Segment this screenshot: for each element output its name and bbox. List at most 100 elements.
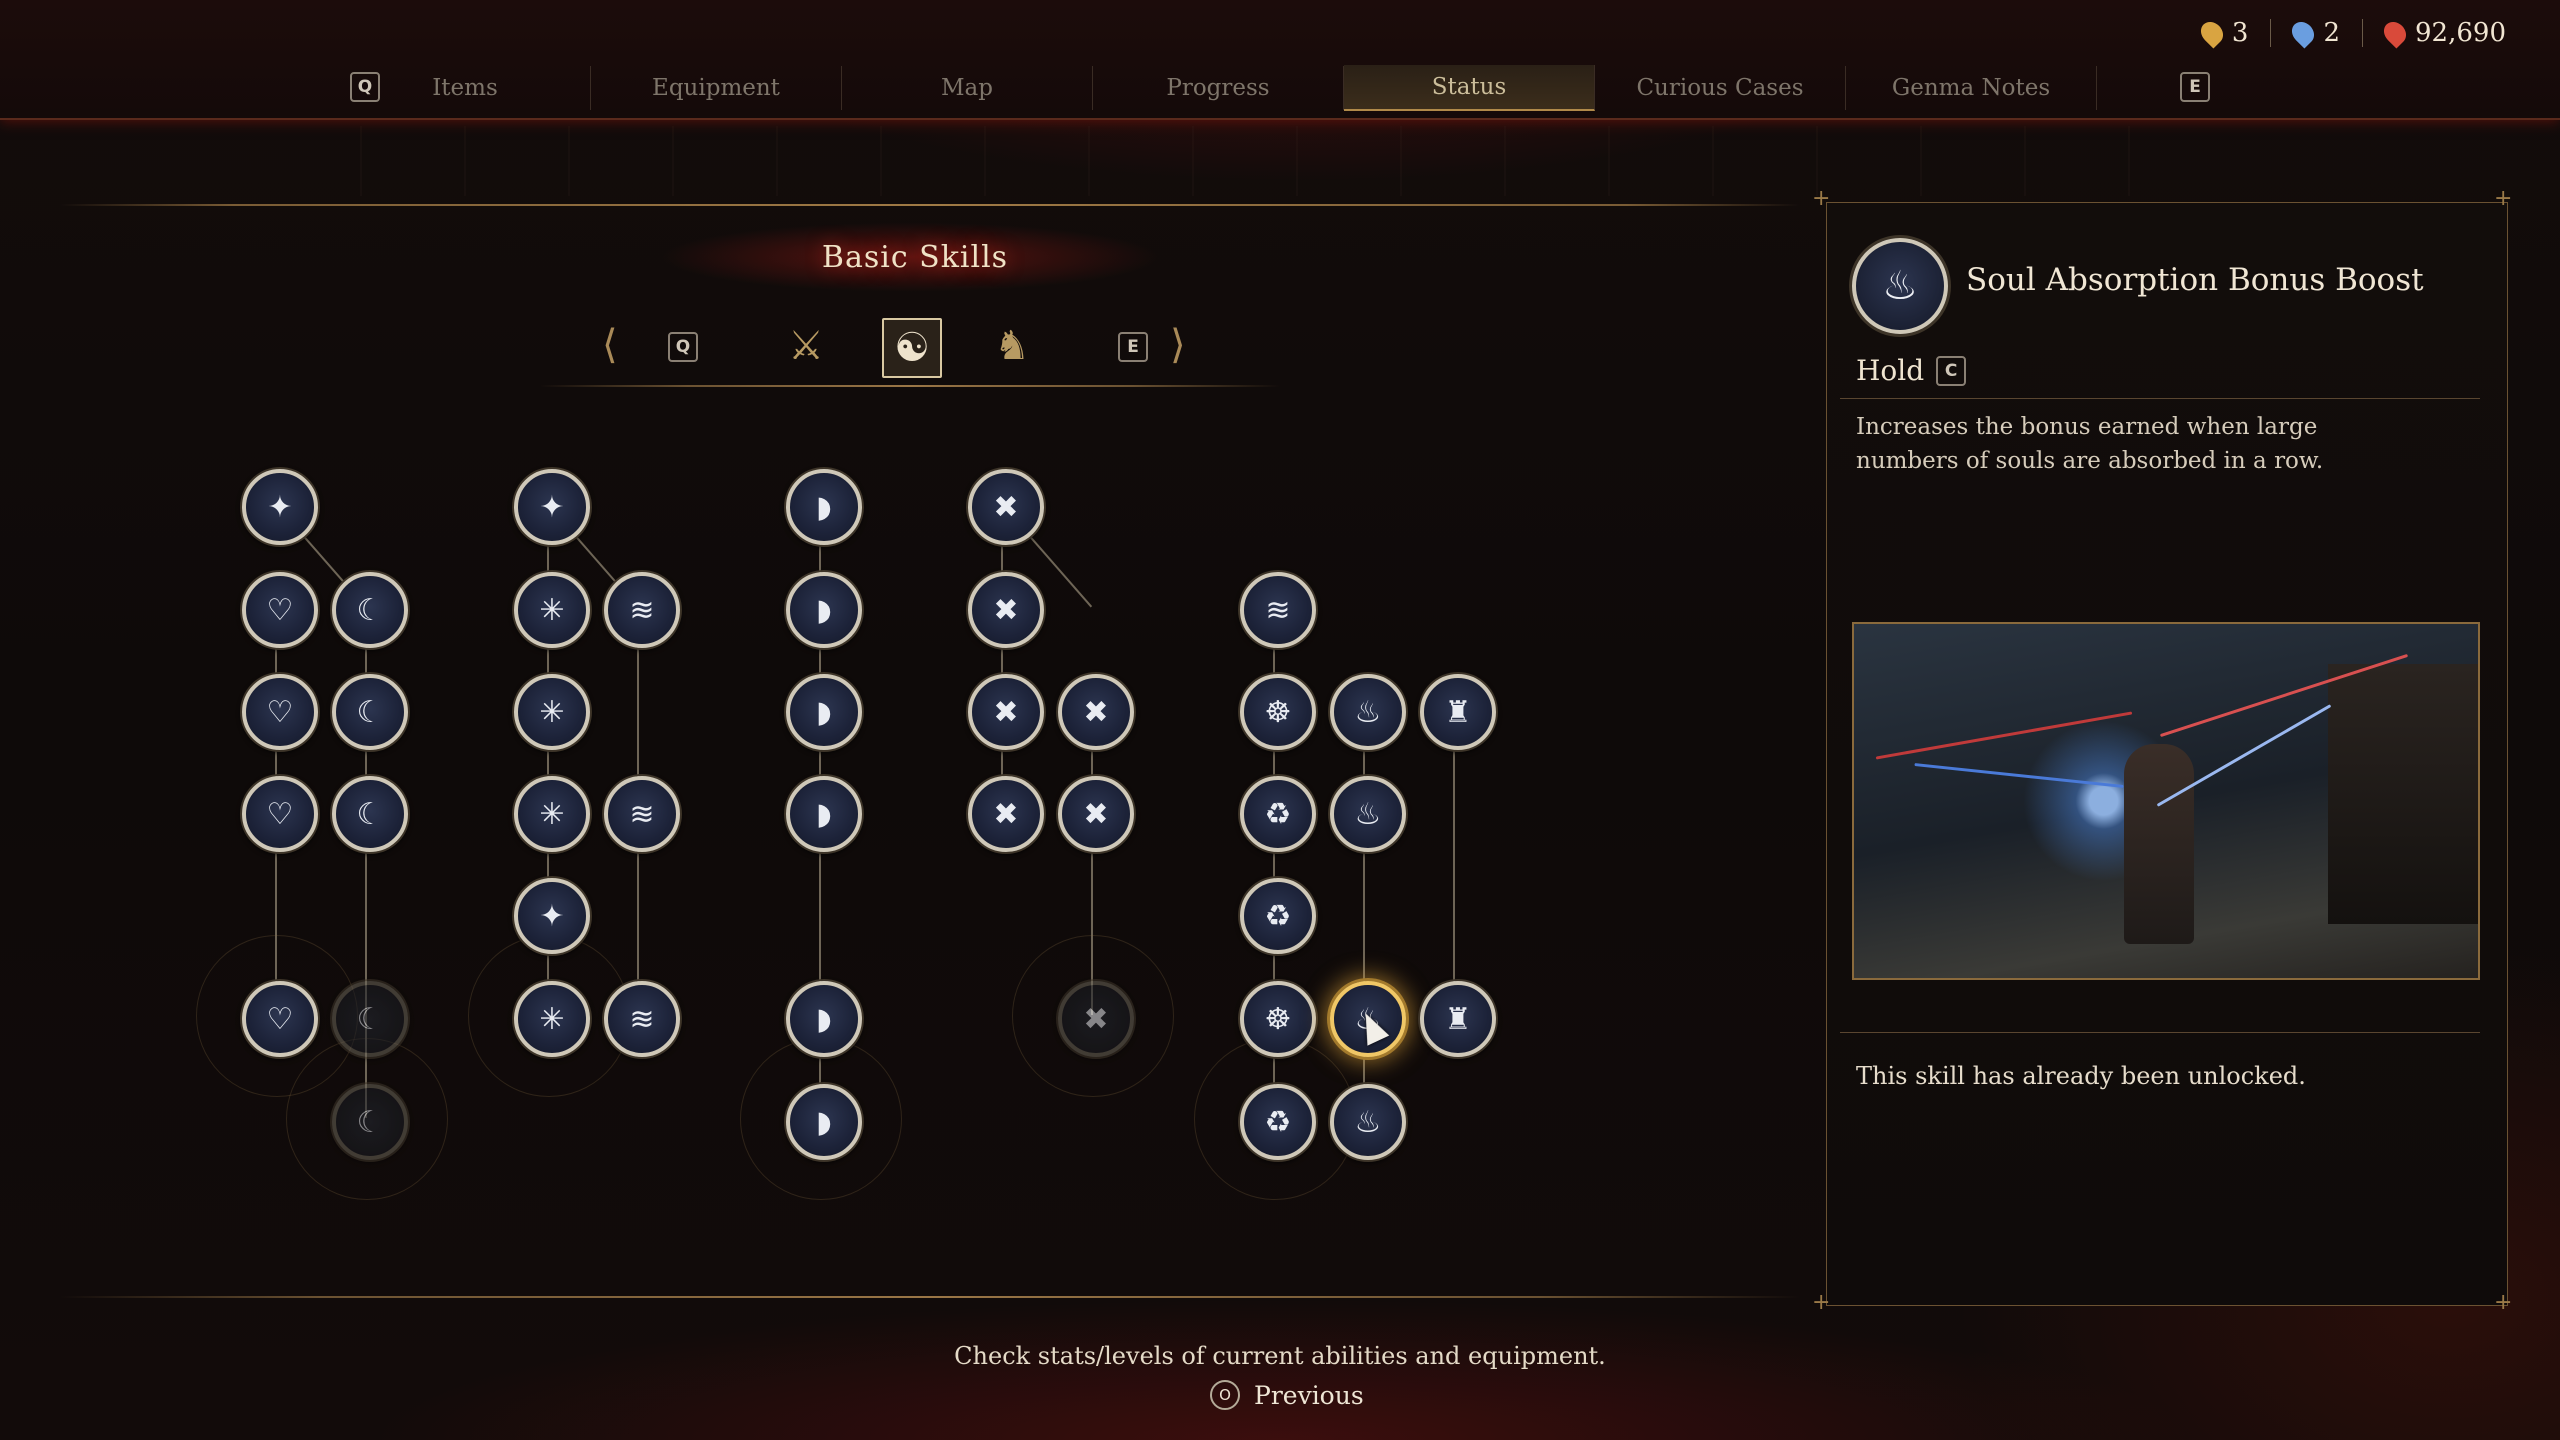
category-prev-arrow-icon: ⟨ [602, 322, 618, 368]
crossed-blades-skill-icon[interactable]: ✖ [1058, 674, 1134, 750]
corner-ornament-icon: + [2494, 1290, 2513, 1315]
tab-curious-cases[interactable]: Curious Cases [1595, 66, 1846, 110]
category-next-key[interactable]: E [1118, 332, 1148, 362]
skill-description: Increases the bonus earned when large nu… [1856, 414, 2324, 474]
currency-display: 3 2 92,690 [2196, 17, 2506, 49]
tab-next-key[interactable]: E [2180, 72, 2210, 102]
amrita-icon [2379, 17, 2411, 49]
star-skill-icon[interactable]: ✦ [514, 878, 590, 954]
bow-skill-icon[interactable]: ◗ [786, 1084, 862, 1160]
moon-skill-icon[interactable]: ☾ [332, 572, 408, 648]
wheel-skill-icon[interactable]: ☸ [1240, 981, 1316, 1057]
snowflake-skill-icon[interactable]: ✳ [514, 674, 590, 750]
moon-skill-icon[interactable]: ☾ [332, 674, 408, 750]
weapon-category-icon[interactable]: ⚔ [778, 318, 834, 374]
currency-soul-cores-value: 2 [2323, 18, 2341, 48]
tab-genma-notes[interactable]: Genma Notes [1846, 66, 2097, 110]
soul-flame-skill-icon[interactable]: ♨ [1330, 1084, 1406, 1160]
bow-skill-icon[interactable]: ◗ [786, 981, 862, 1057]
moon-skill-icon[interactable]: ☾ [332, 1084, 408, 1160]
crossed-blades-skill-icon[interactable]: ✖ [968, 776, 1044, 852]
bow-skill-icon[interactable]: ◗ [786, 572, 862, 648]
preview-streak [1914, 763, 2124, 788]
guardian-category-icon[interactable]: ♞ [984, 318, 1040, 374]
bow-skill-icon[interactable]: ◗ [786, 776, 862, 852]
divider [2270, 19, 2272, 47]
menu-tabs: Items Equipment Map Progress Status Curi… [340, 65, 2097, 111]
star-skill-icon[interactable]: ✦ [242, 469, 318, 545]
crossed-blades-skill-icon[interactable]: ✖ [1058, 776, 1134, 852]
skill-status: This skill has already been unlocked. [1856, 1062, 2306, 1090]
divider [1840, 1032, 2480, 1033]
divider [2362, 19, 2364, 47]
circle-button-icon: O [1210, 1380, 1240, 1410]
tab-status[interactable]: Status [1344, 65, 1595, 111]
tab-equipment[interactable]: Equipment [591, 66, 842, 110]
guardian-skill-icon[interactable]: ♜ [1420, 674, 1496, 750]
skill-action-key: C [1936, 355, 1967, 386]
tab-map[interactable]: Map [842, 66, 1093, 110]
tab-progress[interactable]: Progress [1093, 66, 1344, 110]
gourd-skill-icon[interactable]: ♻ [1240, 1084, 1316, 1160]
skill-name: Soul Absorption Bonus Boost [1966, 262, 2424, 298]
soul-flame-skill-icon[interactable]: ♨ [1330, 776, 1406, 852]
currency-amrita: 92,690 [2379, 17, 2506, 49]
divider [1840, 398, 2480, 399]
wave-skill-icon[interactable]: ≋ [604, 776, 680, 852]
category-next-arrow-icon: ⟩ [1170, 322, 1186, 368]
heart-skill-icon[interactable]: ♡ [242, 776, 318, 852]
soul-flame-skill-icon[interactable]: ♨ [1330, 674, 1406, 750]
wave-skill-icon[interactable]: ≋ [1240, 572, 1316, 648]
heart-skill-icon[interactable]: ♡ [242, 674, 318, 750]
crossed-blades-skill-icon[interactable]: ✖ [1058, 981, 1134, 1057]
crossed-blades-skill-icon[interactable]: ✖ [968, 674, 1044, 750]
snowflake-skill-icon[interactable]: ✳ [514, 776, 590, 852]
skill-action: Hold C [1856, 354, 1967, 387]
category-prev-key[interactable]: Q [668, 332, 698, 362]
preview-character [2124, 744, 2194, 944]
panel-top-border [60, 204, 1800, 206]
crossed-blades-skill-icon[interactable]: ✖ [968, 469, 1044, 545]
snowflake-skill-icon[interactable]: ✳ [514, 981, 590, 1057]
category-underline [540, 385, 1280, 387]
guardian-skill-icon[interactable]: ♜ [1420, 981, 1496, 1057]
meditation-category-icon[interactable]: ☯ [882, 318, 942, 378]
previous-label: Previous [1254, 1380, 1364, 1410]
top-menu-bar: 3 2 92,690 Q Items Equipment Map Progres… [0, 0, 2560, 120]
corner-ornament-icon: + [1812, 186, 1831, 211]
bow-skill-icon[interactable]: ◗ [786, 674, 862, 750]
gourd-skill-icon[interactable]: ♻ [1240, 878, 1316, 954]
decorative-strip [360, 126, 2160, 196]
currency-soul-cores: 2 [2287, 17, 2341, 49]
category-selector: ⟨ Q ⚔ ☯ ♞ E ⟩ [600, 310, 1240, 380]
wheel-skill-icon[interactable]: ☸ [1240, 674, 1316, 750]
key-icon [2196, 17, 2228, 49]
previous-button[interactable]: O Previous [1210, 1380, 1364, 1410]
bow-skill-icon[interactable]: ◗ [786, 469, 862, 545]
preview-streak [1875, 711, 2133, 760]
help-text: Check stats/levels of current abilities … [954, 1342, 1606, 1370]
skill-connector [1001, 503, 1003, 810]
skill-preview-image [1852, 622, 2480, 980]
snowflake-skill-icon[interactable]: ✳ [514, 572, 590, 648]
wave-skill-icon[interactable]: ≋ [604, 981, 680, 1057]
heart-skill-icon[interactable]: ♡ [242, 572, 318, 648]
corner-ornament-icon: + [1812, 1290, 1831, 1315]
currency-amrita-value: 92,690 [2415, 18, 2506, 48]
soul-flame-icon: ♨ [1852, 238, 1948, 334]
gourd-skill-icon[interactable]: ♻ [1240, 776, 1316, 852]
soul-core-icon [2287, 17, 2320, 49]
heart-skill-icon[interactable]: ♡ [242, 981, 318, 1057]
wave-skill-icon[interactable]: ≋ [604, 572, 680, 648]
skill-connector [1453, 708, 1455, 1015]
tab-items[interactable]: Items [340, 66, 591, 110]
moon-skill-icon[interactable]: ☾ [332, 776, 408, 852]
star-skill-icon[interactable]: ✦ [514, 469, 590, 545]
panel-bottom-border [60, 1296, 1800, 1298]
skill-action-label: Hold [1856, 354, 1925, 387]
corner-ornament-icon: + [2494, 186, 2513, 211]
preview-building [2328, 664, 2478, 924]
currency-keys: 3 [2196, 17, 2248, 49]
moon-skill-icon[interactable]: ☾ [332, 981, 408, 1057]
crossed-blades-skill-icon[interactable]: ✖ [968, 572, 1044, 648]
